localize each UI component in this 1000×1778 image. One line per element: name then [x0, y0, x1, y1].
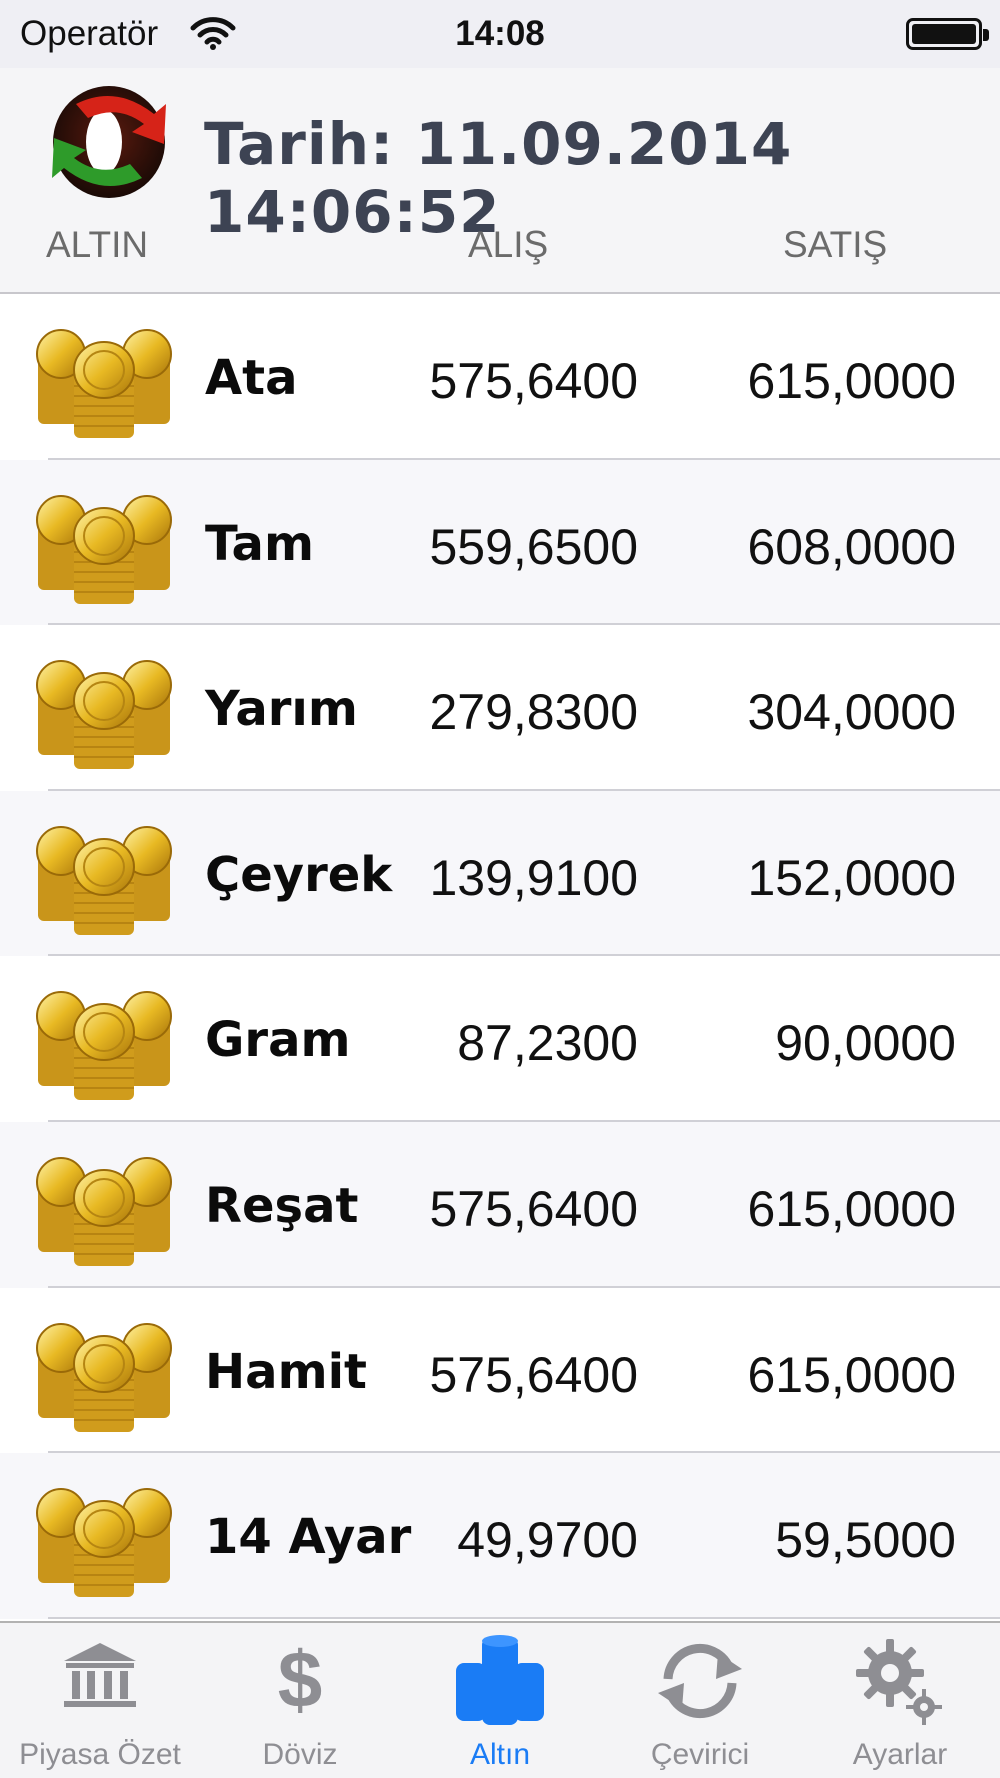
dollar-icon: $ [278, 1639, 323, 1715]
gold-coin-icon [36, 991, 172, 1102]
status-bar: Operatör 14:08 [0, 0, 1000, 68]
gold-coin-icon [36, 660, 172, 771]
list-item[interactable]: Çeyrek 139,9100 152,0000 [0, 790, 1000, 957]
item-sell-price: 608,0000 [747, 518, 956, 575]
item-buy-price: 575,6400 [429, 353, 638, 409]
gear-icon [856, 1639, 942, 1725]
item-name: Gram [205, 1012, 351, 1069]
tab-bar: Piyasa Özet $ Döviz Altın Çevirici Ayarl… [0, 1621, 1000, 1778]
item-sell-price: 304,0000 [747, 684, 956, 741]
list-item[interactable]: Yarım 279,8300 304,0000 [0, 625, 1000, 791]
bank-icon [64, 1643, 136, 1707]
gold-coin-icon [36, 329, 172, 439]
gold-coin-icon [36, 1488, 172, 1599]
column-header-buy: ALIŞ [468, 224, 549, 265]
gold-stack-icon [456, 1635, 544, 1725]
list-item[interactable]: 14 Ayar 49,9700 59,5000 [0, 1453, 1000, 1619]
tab-label: Altın [469, 1738, 531, 1771]
item-buy-price: 49,9700 [457, 1512, 638, 1569]
tab-label: Çevirici [650, 1738, 750, 1771]
tab-label: Döviz [262, 1738, 338, 1771]
item-buy-price: 575,6400 [429, 1180, 638, 1237]
gold-coin-icon [36, 1322, 172, 1433]
list-item[interactable]: Reşat 575,6400 615,0000 [0, 1121, 1000, 1288]
column-header-sell: SATIŞ [783, 224, 888, 265]
list-item[interactable]: Gram 87,2300 90,0000 [0, 956, 1000, 1122]
tab-label: Ayarlar [852, 1738, 948, 1771]
item-buy-price: 87,2300 [457, 1015, 638, 1072]
item-sell-price: 90,0000 [775, 1015, 956, 1072]
header: Tarih: 11.09.2014 14:06:52 ALTIN ALIŞ SA… [0, 68, 1000, 294]
item-name: 14 Ayar [205, 1509, 412, 1566]
item-sell-price: 615,0000 [747, 353, 956, 409]
item-sell-price: 152,0000 [747, 849, 956, 906]
column-header-name: ALTIN [46, 224, 149, 265]
tab-ayarlar[interactable]: Ayarlar [800, 1623, 1000, 1778]
list-item[interactable]: Ata 575,6400 615,0000 [0, 294, 1000, 460]
list-item[interactable]: Tam 559,6500 608,0000 [0, 459, 1000, 626]
gold-coin-icon [36, 1156, 172, 1267]
gold-coin-icon [36, 825, 172, 936]
gold-coin-icon [36, 494, 172, 605]
list-item[interactable]: Hamit 575,6400 615,0000 [0, 1288, 1000, 1454]
tab-doviz[interactable]: $ Döviz [200, 1623, 400, 1778]
refresh-icon[interactable] [36, 74, 182, 208]
tab-label: Piyasa Özet [19, 1738, 181, 1771]
item-sell-price: 59,5000 [775, 1512, 956, 1569]
clock-label: 14:08 [455, 14, 545, 53]
item-sell-price: 615,0000 [747, 1180, 956, 1237]
gold-price-list[interactable]: Ata 575,6400 615,0000 Tam 559,6500 608,0… [0, 294, 1000, 1621]
item-buy-price: 279,8300 [429, 684, 638, 741]
item-name: Reşat [205, 1177, 359, 1234]
convert-icon [658, 1643, 742, 1719]
item-name: Hamit [205, 1343, 367, 1400]
tab-piyasa-ozet[interactable]: Piyasa Özet [0, 1623, 200, 1778]
item-sell-price: 615,0000 [747, 1346, 956, 1403]
tab-altin[interactable]: Altın [400, 1623, 600, 1778]
item-buy-price: 139,9100 [429, 849, 638, 906]
battery-icon [906, 18, 989, 50]
item-buy-price: 559,6500 [429, 518, 638, 575]
svg-text:$: $ [278, 1639, 323, 1715]
item-buy-price: 575,6400 [429, 1346, 638, 1403]
tab-cevirici[interactable]: Çevirici [600, 1623, 800, 1778]
item-name: Tam [205, 515, 314, 572]
item-name: Yarım [205, 681, 358, 738]
item-name: Çeyrek [205, 846, 393, 903]
item-name: Ata [205, 350, 298, 406]
